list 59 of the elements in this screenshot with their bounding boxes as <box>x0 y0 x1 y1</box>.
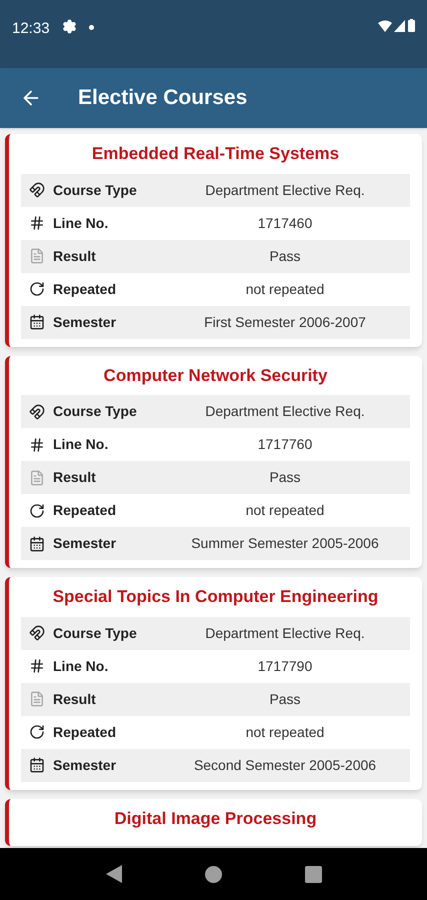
field-label: Course Type <box>53 624 138 643</box>
field-value: Department Elective Req. <box>204 402 366 421</box>
field-label: Semester <box>53 756 118 774</box>
field-value: 1717760 <box>256 435 314 454</box>
document-icon <box>29 691 45 707</box>
field-value: not repeated <box>244 280 326 299</box>
field-value: Pass <box>268 690 302 708</box>
home-nav-icon[interactable] <box>204 866 222 882</box>
course-title: Digital Image Processing <box>113 808 318 830</box>
field-label: Line No. <box>53 435 110 454</box>
course-title: Special Topics In Computer Engineering <box>52 586 380 608</box>
refresh-icon <box>29 724 45 740</box>
app-bar-title: Elective Courses <box>78 85 248 112</box>
course-title: Computer Network Security <box>102 364 328 386</box>
course-title: Embedded Real-Time Systems <box>90 143 340 165</box>
document-icon <box>29 470 45 486</box>
field-value: not repeated <box>244 501 326 520</box>
field-label: Line No. <box>53 214 110 232</box>
magnet-icon <box>29 404 45 420</box>
field-label: Semester <box>53 312 118 332</box>
wifi-icon <box>378 20 392 32</box>
settings-icon <box>62 19 77 34</box>
hash-icon <box>29 436 45 452</box>
field-value: First Semester 2006-2007 <box>203 312 367 332</box>
dot-icon <box>88 25 94 30</box>
field-label: Repeated <box>53 501 118 520</box>
recents-nav-icon[interactable] <box>304 866 322 882</box>
signal-icon <box>394 20 405 32</box>
field-value: 1717790 <box>256 656 314 676</box>
field-label: Repeated <box>53 722 118 742</box>
field-label: Result <box>53 468 97 487</box>
field-value: Department Elective Req. <box>204 624 366 643</box>
calendar-icon <box>29 314 45 330</box>
calendar-icon <box>29 757 45 773</box>
hash-icon <box>29 658 45 674</box>
field-value: 1717460 <box>256 214 314 232</box>
field-value: Department Elective Req. <box>204 180 366 200</box>
field-label: Semester <box>53 534 118 553</box>
status-time: 12:33 <box>12 19 50 39</box>
field-label: Line No. <box>53 656 110 676</box>
field-value: Summer Semester 2005-2006 <box>190 534 380 553</box>
back-nav-icon[interactable] <box>106 865 122 883</box>
field-value: Second Semester 2005-2006 <box>192 756 378 774</box>
field-value: not repeated <box>244 722 326 742</box>
magnet-icon <box>29 182 45 198</box>
hash-icon <box>29 215 45 231</box>
document-icon <box>29 248 45 264</box>
field-value: Pass <box>268 468 302 487</box>
field-value: Pass <box>268 246 302 266</box>
refresh-icon <box>29 502 45 518</box>
field-label: Course Type <box>53 180 138 200</box>
field-label: Result <box>53 246 97 266</box>
refresh-icon <box>29 281 45 297</box>
magnet-icon <box>29 625 45 641</box>
field-label: Course Type <box>53 402 138 421</box>
calendar-icon <box>29 536 45 552</box>
field-label: Repeated <box>53 280 118 299</box>
field-label: Result <box>53 690 97 708</box>
battery-icon <box>408 19 415 32</box>
